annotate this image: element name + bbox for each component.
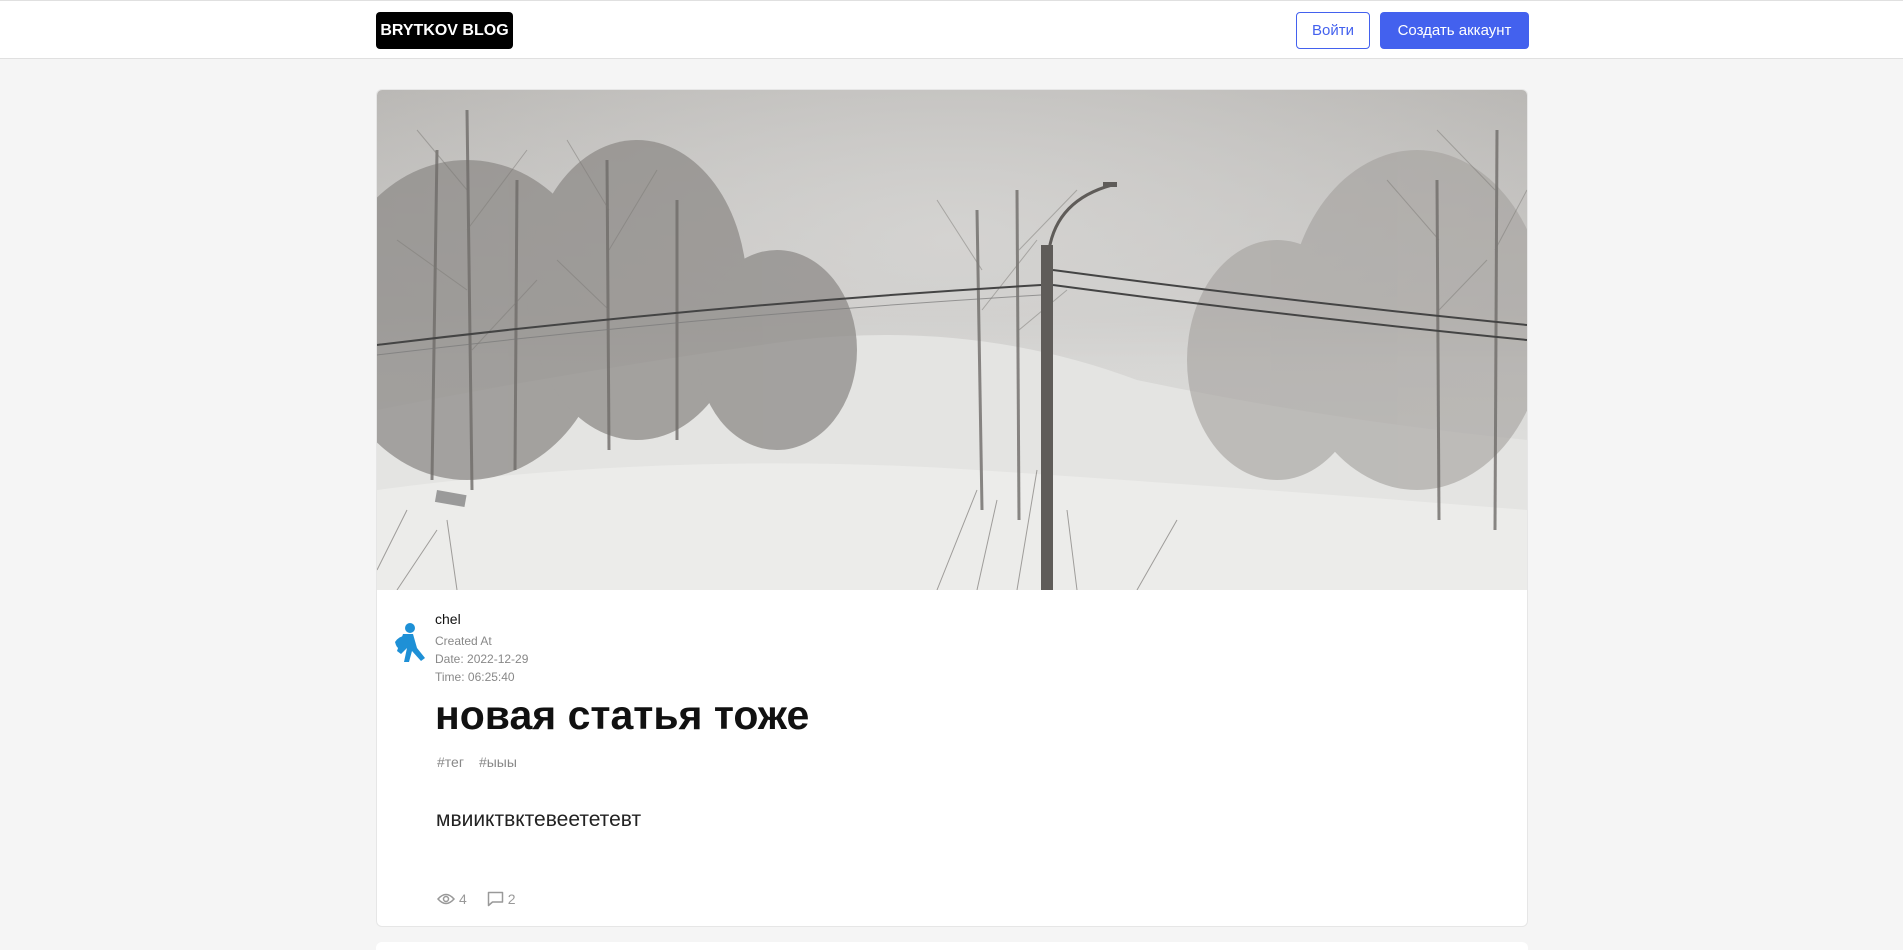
created-time: Time: 06:25:40 xyxy=(435,670,515,684)
post-stats: 4 2 xyxy=(437,891,516,907)
tag-list: #тег #ыыы xyxy=(437,754,517,770)
tag-item[interactable]: #тег xyxy=(437,754,464,770)
eye-icon xyxy=(437,893,455,905)
views-count: 4 xyxy=(459,891,467,907)
author-name[interactable]: chel xyxy=(435,610,528,628)
created-date: Date: 2022-12-29 xyxy=(435,652,529,666)
comments-stat[interactable]: 2 xyxy=(487,891,516,907)
tag-item[interactable]: #ыыы xyxy=(479,754,517,770)
register-button[interactable]: Создать аккаунт xyxy=(1380,12,1529,49)
post-image xyxy=(377,90,1527,590)
logo-link[interactable]: BRYTKOV BLOG xyxy=(376,12,513,49)
post-card: chel Created At Date: 2022-12-29 Time: 0… xyxy=(376,89,1528,927)
post-text: мвииктвктевеететевт xyxy=(436,808,642,831)
next-post-card xyxy=(376,942,1528,950)
comments-count: 2 xyxy=(507,891,516,907)
author-avatar[interactable] xyxy=(393,622,427,666)
top-bar: BRYTKOV BLOG Войти Создать аккаунт xyxy=(0,0,1903,59)
comment-icon xyxy=(487,891,504,907)
created-label: Created At xyxy=(435,634,492,648)
login-button[interactable]: Войти xyxy=(1296,12,1370,49)
post-title[interactable]: новая статья тоже xyxy=(435,690,809,740)
views-stat: 4 xyxy=(437,891,467,907)
author-info: chel Created At Date: 2022-12-29 Time: 0… xyxy=(435,610,528,686)
